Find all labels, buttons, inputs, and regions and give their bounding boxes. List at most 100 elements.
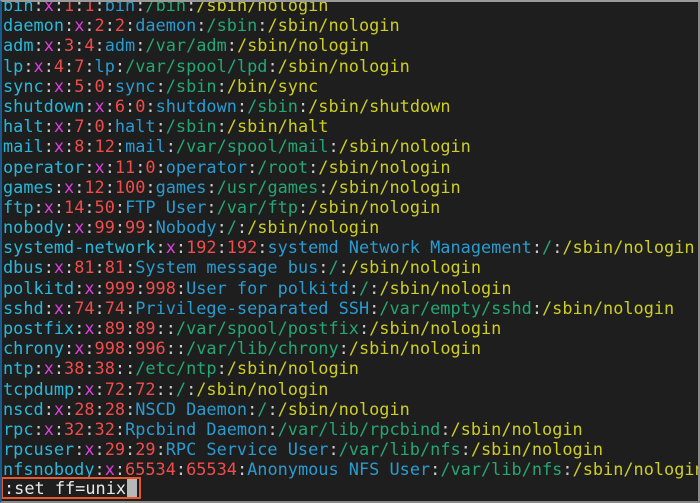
gid: 0 [135, 95, 146, 116]
username: systemd-network [3, 237, 156, 258]
field-separator: : [145, 217, 156, 238]
passwd-line: sync:x:5:0:sync:/sbin:/bin/sync [3, 76, 700, 96]
field-separator: : [369, 277, 380, 298]
gecos: adm [104, 35, 136, 56]
uid: 28 [74, 398, 95, 419]
login-shell: /sbin/nologin [338, 136, 471, 157]
field-separator: : [104, 95, 115, 116]
gid: 1 [84, 0, 95, 15]
field-separator: : [114, 358, 126, 379]
field-separator: : [257, 237, 268, 258]
field-separator: : [155, 318, 166, 338]
login-shell: /sbin/nologin [308, 196, 441, 217]
field-separator: : [236, 459, 248, 480]
password-field: x [64, 176, 75, 197]
username: nscd [3, 398, 44, 419]
field-separator: : [94, 439, 105, 460]
field-separator: : [267, 55, 278, 76]
gecos: NSCD Daemon [135, 398, 248, 419]
login-shell: /sbin/nologin [328, 176, 461, 197]
field-separator: : [135, 277, 146, 298]
field-separator: : [175, 277, 187, 298]
field-separator: : [531, 297, 543, 318]
field-separator: : [348, 277, 359, 298]
home-dir: /etc/ntp [135, 358, 217, 379]
gecos: Rpcbind Daemon [125, 418, 268, 439]
field-separator: : [318, 176, 329, 197]
gid: 28 [104, 398, 126, 419]
home-dir: /sbin [165, 116, 217, 137]
field-separator: : [84, 15, 95, 36]
field-separator: : [369, 297, 380, 318]
field-separator: : [94, 0, 105, 15]
field-separator: : [53, 35, 65, 56]
passwd-line: tcpdump:x:72:72::/:/sbin/nologin [3, 379, 700, 399]
field-separator: : [186, 0, 197, 15]
field-separator: : [64, 217, 75, 238]
username: polkitd [3, 277, 75, 298]
password-field: x [94, 156, 105, 177]
password-field: x [43, 196, 54, 217]
password-field: x [84, 318, 95, 338]
field-separator: : [94, 318, 105, 338]
passwd-line: postfix:x:89:89::/var/spool/postfix:/sbi… [3, 318, 700, 338]
home-dir: /var/adm [145, 35, 227, 56]
login-shell: /sbin/nologin [236, 35, 370, 56]
login-shell: /sbin/nologin [247, 217, 380, 238]
login-shell: /sbin/nologin [369, 318, 502, 338]
field-separator: : [165, 378, 176, 399]
home-dir: / [175, 378, 187, 399]
field-separator: : [206, 176, 217, 197]
passwd-line: bin:x:1:1:bin:/bin:/sbin/nologin [3, 0, 700, 15]
field-separator: : [53, 176, 65, 197]
gid: 74 [104, 297, 126, 318]
field-separator: : [74, 318, 85, 338]
username: ftp [3, 196, 34, 217]
field-separator: : [196, 15, 207, 36]
login-shell: /sbin/nologin [196, 378, 329, 399]
field-separator: : [155, 378, 166, 399]
field-separator: : [64, 297, 75, 318]
field-separator: : [125, 398, 136, 419]
gid: 99 [125, 217, 146, 238]
field-separator: : [236, 95, 248, 116]
field-separator: : [84, 55, 95, 76]
passwd-line: lp:x:4:7:lp:/var/spool/lpd:/sbin/nologin [3, 56, 700, 76]
field-separator: : [165, 136, 176, 157]
uid: 38 [64, 358, 85, 379]
field-separator: : [175, 459, 187, 480]
login-shell: /sbin/nologin [348, 257, 481, 278]
field-separator: : [74, 277, 85, 298]
home-dir: /var/spool/postfix [175, 318, 359, 338]
passwd-line: polkitd:x:999:998:User for polkitd:/:/sb… [3, 278, 700, 298]
field-separator: : [84, 136, 95, 157]
field-separator: : [338, 257, 349, 278]
uid: 14 [64, 196, 85, 217]
password-field: x [74, 15, 85, 36]
field-separator: : [84, 338, 95, 359]
field-separator: : [23, 55, 34, 76]
vim-buffer[interactable]: bin:x:1:1:bin:/bin:/sbin/nologin daemon:x… [3, 0, 700, 503]
uid: 4 [53, 55, 65, 76]
field-separator: : [43, 116, 54, 137]
home-dir: / [328, 257, 339, 278]
username: bin [3, 0, 34, 15]
field-separator: : [460, 439, 471, 460]
field-separator: : [206, 196, 217, 217]
login-shell: /sbin/nologin [379, 277, 512, 298]
field-separator: : [145, 176, 156, 197]
field-separator: : [43, 55, 54, 76]
vim-command-line[interactable]: :set ff=unix [1, 477, 142, 499]
field-separator: : [43, 297, 54, 318]
field-separator: : [318, 257, 329, 278]
field-separator: : [226, 35, 237, 56]
passwd-line: adm:x:3:4:adm:/var/adm:/sbin/nologin [3, 35, 700, 55]
field-separator: : [125, 338, 136, 359]
gid: 12 [94, 136, 115, 157]
login-shell: /sbin/nologin [542, 297, 675, 318]
gid: 50 [94, 196, 115, 217]
field-separator: : [64, 116, 75, 137]
username: rpcuser [3, 439, 75, 460]
uid: 81 [74, 257, 95, 278]
field-separator: : [74, 35, 85, 56]
